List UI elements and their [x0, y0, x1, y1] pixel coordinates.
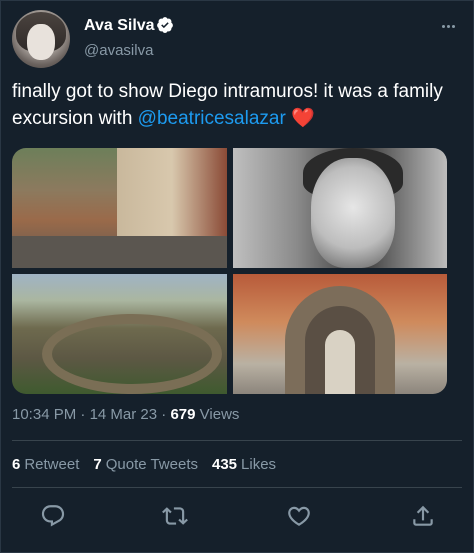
tweet-text: finally got to show Diego intramuros! it… — [12, 78, 462, 132]
verified-badge-icon — [157, 17, 173, 33]
views-label: Views — [199, 406, 240, 423]
photo-portrait-face — [311, 158, 395, 268]
author-display-name[interactable]: Ava Silva — [84, 17, 155, 35]
photo-ruins-circle — [42, 314, 222, 394]
tweet-time[interactable]: 10:34 PM — [12, 406, 76, 423]
quotes-label: Quote Tweets — [105, 456, 198, 473]
meta-separator: · — [161, 406, 167, 423]
engagement-stats: 6 Retweet 7 Quote Tweets 435 Likes — [12, 456, 276, 473]
quotes-stat[interactable]: 7 Quote Tweets — [93, 456, 198, 473]
action-bar — [0, 503, 474, 533]
divider — [12, 440, 462, 441]
tweet-meta: 10:34 PM · 14 Mar 23 · 679 Views — [12, 406, 239, 423]
heart-icon[interactable] — [286, 503, 312, 529]
photo-arch-inner — [325, 330, 355, 394]
likes-stat[interactable]: 435 Likes — [212, 456, 276, 473]
retweets-stat[interactable]: 6 Retweet — [12, 456, 79, 473]
quotes-count: 7 — [93, 456, 102, 473]
more-dot — [441, 24, 445, 28]
divider — [12, 487, 462, 488]
retweets-label: Retweet — [24, 456, 80, 473]
likes-label: Likes — [241, 456, 277, 473]
share-icon[interactable] — [410, 503, 436, 529]
photo-street[interactable] — [12, 148, 227, 268]
author-handle[interactable]: @avasilva — [84, 42, 153, 59]
photo-archway[interactable] — [233, 274, 447, 394]
tweet-date[interactable]: 14 Mar 23 — [90, 406, 158, 423]
retweet-icon[interactable] — [162, 503, 188, 529]
more-dot — [451, 24, 455, 28]
likes-count: 435 — [212, 456, 238, 473]
more-options-icon[interactable] — [438, 16, 458, 36]
media-grid — [12, 148, 447, 394]
reply-icon[interactable] — [40, 503, 66, 529]
meta-separator: · — [80, 406, 86, 423]
more-dot — [446, 24, 450, 28]
views-count: 679 — [170, 406, 196, 423]
photo-portrait[interactable] — [233, 148, 447, 268]
avatar[interactable] — [12, 10, 70, 68]
avatar-face — [27, 24, 55, 60]
photo-ruins[interactable] — [12, 274, 227, 394]
mention-link[interactable]: @beatricesalazar — [138, 108, 286, 129]
photo-street-ground — [12, 236, 227, 268]
retweets-count: 6 — [12, 456, 21, 473]
heart-emoji: ❤️ — [291, 108, 315, 129]
